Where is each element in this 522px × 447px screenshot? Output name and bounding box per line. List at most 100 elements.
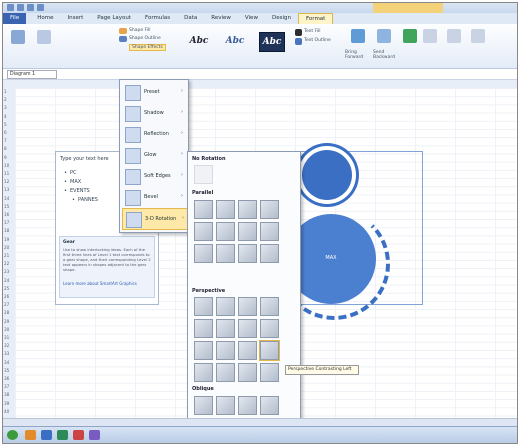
menu-item-soft-edges[interactable]: Soft Edges ›: [122, 166, 186, 186]
taskbar-app-icon[interactable]: [25, 430, 36, 440]
rotation-preset-thumbnail[interactable]: [216, 244, 235, 263]
row-number[interactable]: 3: [4, 105, 7, 110]
taskbar-app-icon[interactable]: [73, 430, 84, 440]
tab-insert[interactable]: Insert: [60, 13, 90, 24]
row-number[interactable]: 15: [4, 204, 9, 209]
row-number[interactable]: 14: [4, 196, 9, 201]
row-number[interactable]: 19: [4, 237, 9, 242]
rotation-preset-thumbnail[interactable]: [238, 297, 257, 316]
row-number[interactable]: 20: [4, 245, 9, 250]
tab-data[interactable]: Data: [177, 13, 204, 24]
rotation-preset-thumbnail[interactable]: [194, 222, 213, 241]
wordart-style-1[interactable]: Abc: [187, 32, 211, 50]
rotation-preset-thumbnail[interactable]: [194, 297, 213, 316]
wordart-style-3[interactable]: Abc: [259, 32, 285, 52]
row-number[interactable]: 24: [4, 278, 9, 283]
rotation-preset-thumbnail[interactable]: [238, 363, 257, 382]
row-number[interactable]: 34: [4, 360, 9, 365]
row-number[interactable]: 6: [4, 130, 7, 135]
rotation-preset-thumbnail[interactable]: [238, 396, 257, 415]
text-fill-button[interactable]: Text Fill: [304, 29, 321, 34]
menu-item-reflection[interactable]: Reflection ›: [122, 124, 186, 144]
row-number[interactable]: 37: [4, 384, 9, 389]
text-outline-icon[interactable]: [295, 38, 302, 45]
rotation-preset-thumbnail[interactable]: [260, 200, 279, 219]
size-icon[interactable]: [471, 29, 485, 43]
undo-icon[interactable]: [27, 4, 34, 11]
row-number[interactable]: 8: [4, 146, 7, 151]
shape-fill-button[interactable]: Shape Fill: [129, 28, 151, 33]
taskbar-app-icon[interactable]: [89, 430, 100, 440]
menu-item-3d-rotation[interactable]: 3-D Rotation ›: [122, 208, 188, 230]
larger-icon[interactable]: [37, 30, 51, 44]
rotation-preset-thumbnail[interactable]: [238, 341, 257, 360]
tab-review[interactable]: Review: [204, 13, 238, 24]
tab-view[interactable]: View: [238, 13, 265, 24]
text-pane-bullet[interactable]: MAX: [64, 179, 81, 185]
row-number[interactable]: 29: [4, 319, 9, 324]
tab-page-layout[interactable]: Page Layout: [90, 13, 138, 24]
rotation-preset-thumbnail[interactable]: [194, 165, 213, 184]
tab-home[interactable]: Home: [30, 13, 60, 24]
rotation-preset-thumbnail[interactable]: [216, 319, 235, 338]
shape-outline-icon[interactable]: [119, 36, 127, 42]
row-number[interactable]: 36: [4, 376, 9, 381]
rotate-icon[interactable]: [447, 29, 461, 43]
send-backward-icon[interactable]: [377, 29, 391, 43]
tab-file[interactable]: File: [3, 13, 27, 24]
save-icon[interactable]: [17, 4, 24, 11]
rotation-preset-thumbnail[interactable]: [216, 363, 235, 382]
row-number[interactable]: 5: [4, 122, 7, 127]
row-number[interactable]: 4: [4, 114, 7, 119]
row-number[interactable]: 27: [4, 302, 9, 307]
row-number[interactable]: 12: [4, 179, 9, 184]
row-number[interactable]: 33: [4, 351, 9, 356]
rotation-preset-thumbnail[interactable]: [259, 340, 280, 361]
send-backward-button[interactable]: Send Backward: [373, 50, 401, 60]
row-number[interactable]: 31: [4, 335, 9, 340]
menu-item-glow[interactable]: Glow ›: [122, 145, 186, 165]
excel-icon[interactable]: [7, 4, 14, 11]
rotation-preset-thumbnail[interactable]: [238, 222, 257, 241]
shape-fill-icon[interactable]: [119, 28, 127, 34]
redo-icon[interactable]: [37, 4, 44, 11]
tab-design[interactable]: Design: [265, 13, 298, 24]
row-number[interactable]: 18: [4, 228, 9, 233]
rotation-preset-thumbnail[interactable]: [260, 244, 279, 263]
rotation-preset-thumbnail[interactable]: [260, 396, 279, 415]
text-outline-button[interactable]: Text Outline: [304, 38, 331, 43]
row-number[interactable]: 13: [4, 187, 9, 192]
row-number[interactable]: 10: [4, 163, 9, 168]
text-pane-subbullet[interactable]: PANNES: [72, 197, 98, 203]
learn-more-link[interactable]: Learn more about SmartArt Graphics: [63, 281, 151, 286]
wordart-style-2[interactable]: Abc: [223, 32, 247, 50]
rotation-preset-thumbnail[interactable]: [216, 222, 235, 241]
rotation-preset-thumbnail[interactable]: [194, 396, 213, 415]
shape-effects-button[interactable]: Shape Effects: [129, 44, 166, 51]
text-fill-icon[interactable]: [295, 29, 302, 36]
rotation-preset-thumbnail[interactable]: [194, 244, 213, 263]
rotation-preset-thumbnail[interactable]: [216, 341, 235, 360]
row-number[interactable]: 32: [4, 343, 9, 348]
rotation-preset-thumbnail[interactable]: [238, 200, 257, 219]
rotation-preset-thumbnail[interactable]: [238, 319, 257, 338]
start-button-icon[interactable]: [7, 430, 18, 440]
rotation-preset-thumbnail[interactable]: [260, 319, 279, 338]
text-pane-bullet[interactable]: EVENTS: [64, 188, 90, 194]
row-number[interactable]: 21: [4, 253, 9, 258]
row-number[interactable]: 7: [4, 138, 7, 143]
row-number[interactable]: 40: [4, 409, 9, 414]
group-icon[interactable]: [423, 29, 437, 43]
rotation-preset-thumbnail[interactable]: [216, 297, 235, 316]
row-number[interactable]: 22: [4, 261, 9, 266]
rotation-preset-thumbnail[interactable]: [238, 244, 257, 263]
rotation-preset-thumbnail[interactable]: [260, 363, 279, 382]
row-number[interactable]: 11: [4, 171, 9, 176]
row-number[interactable]: 30: [4, 327, 9, 332]
name-box[interactable]: Diagram 1: [7, 70, 57, 79]
row-number[interactable]: 35: [4, 368, 9, 373]
row-number[interactable]: 28: [4, 310, 9, 315]
rotation-preset-thumbnail[interactable]: [194, 319, 213, 338]
row-number[interactable]: 9: [4, 155, 7, 160]
row-number[interactable]: 17: [4, 220, 9, 225]
